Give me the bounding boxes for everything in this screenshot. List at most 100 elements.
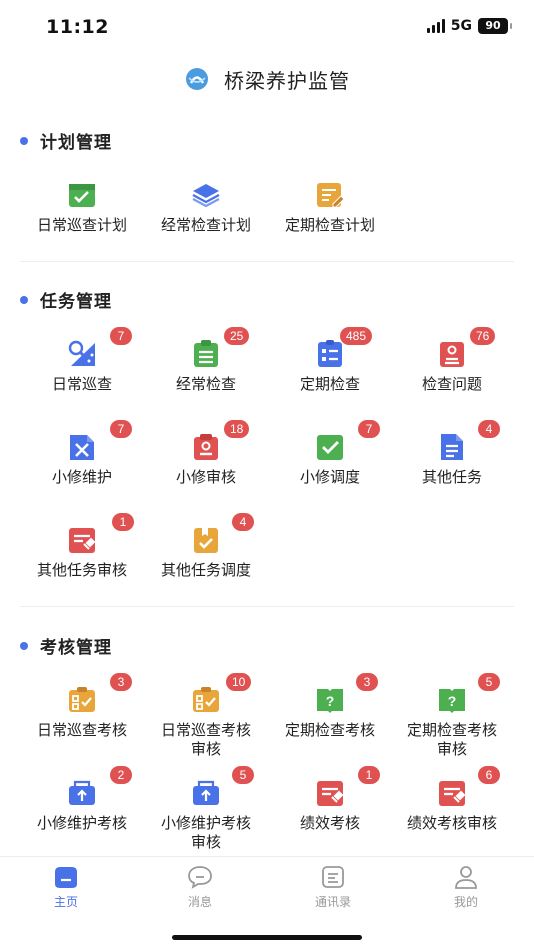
clipboard-list-icon: [194, 340, 218, 367]
count-badge: 18: [224, 420, 250, 438]
tile-periodic-check-plan[interactable]: 定期检查计划: [268, 180, 392, 260]
page-title: 桥梁养护监管: [224, 68, 350, 93]
count-badge: 2: [110, 766, 132, 784]
tab-messages[interactable]: 消息: [160, 863, 240, 910]
plan-section-header: 计划管理: [20, 128, 112, 153]
tile-periodic-check[interactable]: 485 定期检查: [268, 327, 392, 419]
count-badge: 4: [478, 420, 500, 438]
bookmark-check-icon: [194, 528, 218, 553]
home-icon: [55, 867, 77, 888]
tile-label: 小修维护考核 审核: [160, 814, 251, 851]
score-list-icon: [69, 687, 95, 712]
gavel-icon: [69, 528, 96, 553]
gavel-icon: [317, 781, 344, 806]
tile-label: 日常巡查考核: [36, 721, 127, 739]
count-badge: 5: [478, 673, 500, 691]
tile-daily-patrol-assess-review[interactable]: 10 日常巡查考核 审核: [144, 673, 268, 765]
tile-label: 小修审核: [175, 468, 236, 486]
network-label: 5G: [450, 18, 472, 34]
signal-icon: [426, 19, 445, 33]
tile-label: 其他任务: [421, 468, 482, 486]
count-badge: 485: [340, 327, 373, 345]
tile-label: 定期检查考核 审核: [406, 721, 497, 758]
tile-regular-check-plan[interactable]: 经常检查计划: [144, 180, 268, 260]
status-indicators: 5G 90: [426, 18, 512, 34]
section-bullet-icon: [20, 641, 28, 650]
tile-check-issues[interactable]: 76 检查问题: [390, 327, 514, 419]
section-bullet-icon: [20, 295, 28, 304]
tab-label: 通讯录: [314, 895, 351, 909]
tile-other-task-dispatch[interactable]: 4 其他任务调度: [144, 513, 268, 605]
score-list-icon: [193, 687, 219, 712]
layers-icon: [192, 184, 220, 208]
count-badge: 76: [470, 327, 496, 345]
tile-minor-maintenance-assess-review[interactable]: 5 小修维护考核 审核: [144, 766, 268, 858]
edit-calendar-icon: [317, 183, 345, 208]
tile-label: 经常检查计划: [160, 216, 251, 234]
tile-daily-patrol[interactable]: 7 日常巡查: [20, 327, 144, 419]
tab-home[interactable]: 主页: [26, 863, 106, 910]
tile-label: 定期检查考核: [284, 721, 375, 739]
app-header: 桥梁养护监管: [0, 62, 534, 96]
section-divider: [20, 606, 514, 607]
tile-periodic-check-assess-review[interactable]: ? 5 定期检查考核 审核: [390, 673, 514, 765]
stamp-icon: [194, 434, 218, 460]
tab-profile[interactable]: 我的: [426, 863, 506, 910]
tile-label: 小修调度: [299, 468, 360, 486]
tile-label: 其他任务调度: [160, 561, 251, 579]
count-badge: 7: [110, 327, 132, 345]
tile-daily-patrol-assess[interactable]: 3 日常巡查考核: [20, 673, 144, 765]
svg-text:?: ?: [326, 693, 335, 709]
status-time: 11:12: [46, 16, 109, 38]
count-badge: 3: [110, 673, 132, 691]
tile-minor-review[interactable]: 18 小修审核: [144, 420, 268, 512]
tile-label: 小修维护考核: [36, 814, 127, 832]
tile-minor-maintenance-assess[interactable]: 2 小修维护考核: [20, 766, 144, 858]
assess-section-title: 考核管理: [40, 638, 112, 658]
message-icon: [188, 866, 212, 889]
tile-other-task-review[interactable]: 1 其他任务审核: [20, 513, 144, 605]
count-badge: 3: [356, 673, 378, 691]
svg-text:?: ?: [448, 693, 457, 709]
tile-label: 定期检查: [299, 375, 360, 393]
tools-icon: [70, 435, 94, 460]
user-icon: [455, 866, 477, 889]
upload-box-icon: [193, 780, 219, 805]
tab-label: 主页: [53, 895, 78, 909]
tile-other-tasks[interactable]: 4 其他任务: [390, 420, 514, 512]
patrol-icon: [68, 340, 95, 366]
plan-section-title: 计划管理: [40, 133, 112, 153]
tile-periodic-check-assess[interactable]: ? 3 定期检查考核: [268, 673, 392, 765]
status-bar: 11:12 5G 90: [0, 0, 534, 52]
tab-label: 消息: [187, 895, 212, 909]
tile-minor-maintenance[interactable]: 7 小修维护: [20, 420, 144, 512]
count-badge: 1: [358, 766, 380, 784]
tile-label: 日常巡查计划: [36, 216, 127, 234]
calendar-check-icon: [69, 184, 95, 207]
tile-label: 其他任务审核: [36, 561, 127, 579]
tile-minor-dispatch[interactable]: 7 小修调度: [268, 420, 392, 512]
tile-label: 日常巡查: [51, 375, 112, 393]
upload-box-icon: [69, 780, 95, 805]
tab-contacts[interactable]: 通讯录: [293, 863, 373, 910]
tile-label: 定期检查计划: [284, 216, 375, 234]
tile-regular-check[interactable]: 25 经常检查: [144, 327, 268, 419]
tile-daily-patrol-plan[interactable]: 日常巡查计划: [20, 180, 144, 260]
document-icon: [441, 434, 463, 460]
report-icon: [440, 342, 464, 367]
home-indicator[interactable]: [172, 935, 362, 940]
count-badge: 7: [358, 420, 380, 438]
task-section-header: 任务管理: [20, 287, 112, 312]
tile-performance-assess[interactable]: 1 绩效考核: [268, 766, 392, 858]
count-badge: 6: [478, 766, 500, 784]
tile-performance-assess-review[interactable]: 6 绩效考核审核: [390, 766, 514, 858]
section-divider: [20, 261, 514, 262]
bridge-logo-icon: [186, 68, 208, 90]
count-badge: 4: [232, 513, 254, 531]
gavel-icon: [439, 781, 466, 806]
count-badge: 10: [226, 673, 252, 691]
count-badge: 5: [232, 766, 254, 784]
count-badge: 1: [112, 513, 134, 531]
tile-label: 日常巡查考核 审核: [160, 721, 251, 758]
battery-icon: 90: [478, 18, 512, 34]
